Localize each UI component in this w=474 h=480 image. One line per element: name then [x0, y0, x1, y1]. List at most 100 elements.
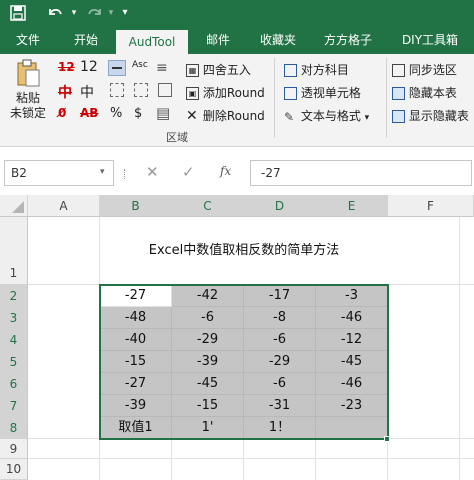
font-size-display[interactable]: 12	[80, 59, 98, 75]
table-cell[interactable]: -12	[316, 329, 388, 351]
tab-favorites[interactable]: 收藏夹	[248, 27, 308, 54]
column-header-c[interactable]: C	[172, 195, 244, 217]
percent-button[interactable]: %	[110, 106, 122, 121]
border-inner-icon[interactable]	[134, 83, 148, 97]
table-cell[interactable]: -45	[316, 351, 388, 373]
save-icon[interactable]	[6, 2, 30, 24]
table-cell[interactable]: -6	[244, 373, 316, 395]
tab-diy-toolbox[interactable]: DIY工具箱	[388, 27, 472, 54]
name-box-dropdown-icon[interactable]: ▾	[100, 167, 105, 177]
column-header-f[interactable]: F	[388, 195, 474, 217]
tab-mail[interactable]: 邮件	[192, 27, 244, 54]
tab-file[interactable]: 文件	[4, 27, 52, 54]
table-cell[interactable]: -6	[172, 307, 244, 329]
column-header-d[interactable]: D	[244, 195, 316, 217]
table-cell[interactable]: -45	[172, 373, 244, 395]
column-header-a[interactable]: A	[28, 195, 100, 217]
active-cell[interactable]: -27	[100, 285, 172, 307]
table-cell[interactable]	[316, 417, 388, 439]
table-cell[interactable]: -23	[316, 395, 388, 417]
table-cell[interactable]: -48	[100, 307, 172, 329]
confirm-icon[interactable]: ✓	[182, 163, 195, 181]
text-format-label: 文本与格式	[300, 109, 361, 123]
table-cell[interactable]: -39	[100, 395, 172, 417]
pivot-button[interactable]: 透视单元格	[284, 84, 361, 101]
fx-button[interactable]: fx	[220, 164, 231, 178]
tab-audtool[interactable]: AudTool	[116, 30, 188, 54]
table-cell[interactable]: 取值1	[100, 417, 172, 439]
show-hidden-button[interactable]: 显示隐藏表	[392, 107, 469, 124]
select-all-corner[interactable]	[0, 195, 28, 217]
border-outer-icon[interactable]	[158, 83, 172, 97]
text-format-icon: ✎	[284, 109, 295, 124]
table-cell[interactable]: -42	[172, 285, 244, 307]
strike-ab-icon[interactable]: AB	[80, 106, 98, 120]
redo-icon[interactable]	[84, 2, 106, 24]
sheet-title[interactable]: Excel中数值取相反数的简单方法	[100, 239, 388, 258]
paste-button[interactable]: 粘贴 未锁定	[8, 58, 48, 121]
table-cell[interactable]: -40	[100, 329, 172, 351]
table-cell[interactable]: 1！	[244, 417, 316, 439]
table-cell[interactable]: -17	[244, 285, 316, 307]
compare-button[interactable]: 对方科目	[284, 61, 349, 78]
minus-icon[interactable]	[108, 60, 126, 76]
dollar-button[interactable]: $	[134, 106, 142, 121]
table-cell[interactable]: -29	[244, 351, 316, 373]
table-cell[interactable]: -46	[316, 307, 388, 329]
add-round-button[interactable]: ▣ 添加Round	[186, 84, 265, 101]
row-header-1[interactable]: 1	[0, 217, 28, 285]
align-icon[interactable]: ≡	[156, 60, 168, 76]
chinese-text-button[interactable]: 中	[80, 82, 94, 102]
table-cell[interactable]: -6	[244, 329, 316, 351]
ribbon-group-label: 区域	[166, 131, 188, 144]
row-header-4[interactable]: 4	[0, 329, 28, 351]
table-cell[interactable]: -15	[172, 395, 244, 417]
table-cell[interactable]: -3	[316, 285, 388, 307]
column-header-b[interactable]: B	[100, 195, 172, 217]
row-header-5[interactable]: 5	[0, 351, 28, 373]
compare-label: 对方科目	[300, 63, 349, 77]
formula-input[interactable]: -27	[250, 160, 472, 186]
undo-dropdown-icon[interactable]: ▾	[68, 2, 80, 24]
table-cell[interactable]: -46	[316, 373, 388, 395]
row-header-6[interactable]: 6	[0, 373, 28, 395]
sync-selection-button[interactable]: 同步选区	[392, 61, 457, 78]
paste-label: 粘贴	[15, 91, 40, 105]
cancel-icon[interactable]: ✕	[146, 163, 159, 181]
table-cell[interactable]: -31	[244, 395, 316, 417]
border-icon[interactable]	[110, 83, 124, 97]
table-cell[interactable]: 1'	[172, 417, 244, 439]
row-header-10[interactable]: 10	[0, 459, 28, 480]
strike-number-icon[interactable]: 12	[58, 60, 75, 74]
format-icon[interactable]: ▤	[156, 104, 170, 122]
row-header-2[interactable]: 2	[0, 285, 28, 307]
row-header-3[interactable]: 3	[0, 307, 28, 329]
delete-round-button[interactable]: ✕ 删除Round	[186, 107, 265, 124]
delete-zero-icon[interactable]: 0̸	[58, 106, 66, 120]
splitter-handle[interactable]	[124, 169, 127, 179]
tab-fangfang[interactable]: 方方格子	[312, 27, 384, 54]
row-header-7[interactable]: 7	[0, 395, 28, 417]
name-box[interactable]: B2	[4, 160, 114, 186]
redo-dropdown-icon[interactable]: ▾	[106, 2, 116, 24]
row-header-8[interactable]: 8	[0, 417, 28, 439]
worksheet-grid: A B C D E F 1 2 3 4 5 6 7 8 9 10 Excel中数…	[0, 195, 474, 480]
table-cell[interactable]: -29	[172, 329, 244, 351]
table-cell[interactable]: -8	[244, 307, 316, 329]
column-header-e[interactable]: E	[316, 195, 388, 217]
round-button[interactable]: ▦ 四舍五入	[186, 61, 251, 78]
table-cell[interactable]: -39	[172, 351, 244, 373]
abc-case-icon[interactable]: Asc	[132, 60, 148, 70]
strike-chinese-icon[interactable]: 中	[58, 82, 72, 102]
table-cell[interactable]: -15	[100, 351, 172, 373]
hide-sheet-button[interactable]: 隐藏本表	[392, 84, 457, 101]
table-cell[interactable]: -27	[100, 373, 172, 395]
ribbon-separator	[274, 58, 275, 138]
customize-qat-icon[interactable]: ▾	[118, 2, 132, 24]
text-format-button[interactable]: ✎ 文本与格式 ▾	[284, 107, 369, 124]
tab-home[interactable]: 开始	[58, 27, 114, 54]
fill-handle[interactable]	[384, 436, 390, 442]
ribbon-separator	[386, 58, 387, 138]
undo-icon[interactable]	[42, 2, 68, 24]
row-header-9[interactable]: 9	[0, 439, 28, 459]
